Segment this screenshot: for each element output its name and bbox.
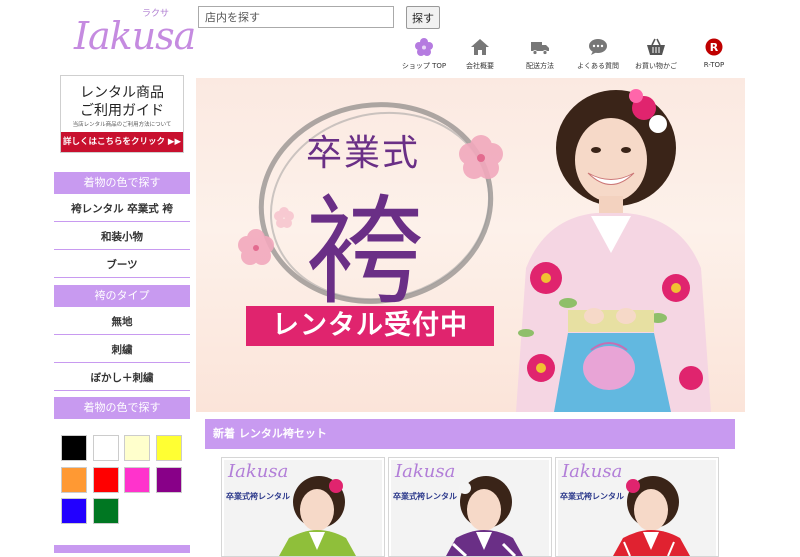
hero-banner[interactable]: 卒業式 袴 レンタル受付中 bbox=[196, 78, 745, 412]
sidebar-bottom-bar bbox=[54, 545, 190, 553]
color-swatch[interactable] bbox=[92, 498, 119, 524]
color-swatch[interactable] bbox=[61, 466, 87, 493]
header-nav: ショップ TOP 会社概要 配送方法 よくある質問 お買い物かご R R-TOP bbox=[395, 38, 735, 70]
color-swatch[interactable] bbox=[92, 435, 119, 461]
card-brand: Iakusa bbox=[228, 461, 289, 482]
sidebar-heading-color-2: 着物の色で探す bbox=[54, 397, 190, 419]
product-card[interactable]: Iakusa 卒業式袴レンタル bbox=[221, 457, 385, 557]
search-button[interactable]: 探す bbox=[406, 6, 440, 29]
nav-label: 配送方法 bbox=[526, 62, 554, 70]
color-swatch[interactable] bbox=[61, 435, 87, 461]
new-arrivals-heading: 新着 レンタル袴セット bbox=[205, 419, 735, 449]
svg-text:R: R bbox=[710, 41, 719, 54]
guide-cta: 詳しくはこちらをクリック ▶▶ bbox=[61, 132, 183, 152]
nav-label: ショップ TOP bbox=[401, 62, 447, 70]
color-swatch[interactable] bbox=[61, 498, 87, 524]
sidebar-heading-type: 袴のタイプ bbox=[54, 285, 190, 307]
card-title: 卒業式袴レンタル bbox=[393, 492, 457, 501]
hero-decoration bbox=[238, 89, 711, 412]
nav-rakuten-top[interactable]: R R-TOP bbox=[685, 38, 743, 69]
guide-title-line1: レンタル商品 bbox=[80, 85, 164, 101]
card-brand: Iakusa bbox=[395, 461, 456, 482]
sidebar-item-accessories[interactable]: 和装小物 bbox=[54, 224, 190, 250]
card-title: 卒業式袴レンタル bbox=[226, 492, 290, 501]
logo-kana: ラクサ bbox=[142, 9, 170, 19]
color-swatch[interactable] bbox=[124, 435, 150, 461]
basket-icon bbox=[647, 38, 665, 55]
color-swatch[interactable] bbox=[155, 435, 182, 461]
card-title: 卒業式袴レンタル bbox=[560, 492, 624, 501]
nav-label: R-TOP bbox=[703, 61, 725, 69]
sidebar-item-plain[interactable]: 無地 bbox=[54, 309, 190, 335]
sidebar-item-hakama-rental[interactable]: 袴レンタル 卒業式 袴 bbox=[54, 196, 190, 222]
guide-subtitle: 当店レンタル商品のご利用方法について bbox=[72, 122, 172, 128]
sidebar-heading-color: 着物の色で探す bbox=[54, 172, 190, 194]
flower-icon bbox=[415, 38, 433, 56]
site-logo[interactable]: Iakusa ラクサ bbox=[70, 4, 196, 70]
logo-text: Iakusa bbox=[74, 14, 196, 58]
rental-guide-banner[interactable]: レンタル商品 ご利用ガイド 当店レンタル商品のご利用方法について 詳しくはこちら… bbox=[60, 75, 184, 153]
home-icon bbox=[471, 39, 489, 55]
color-swatch[interactable] bbox=[155, 466, 182, 493]
hero-rental-badge: レンタル受付中 bbox=[246, 306, 494, 346]
nav-faq[interactable]: よくある質問 bbox=[569, 38, 627, 71]
nav-label: 会社概要 bbox=[466, 62, 494, 70]
nav-label: お買い物かご bbox=[635, 62, 677, 70]
sidebar-item-gradient-embroidery[interactable]: ぼかし＋刺繍 bbox=[54, 365, 190, 391]
nav-shop-top[interactable]: ショップ TOP bbox=[395, 38, 453, 71]
sidebar-item-embroidery[interactable]: 刺繍 bbox=[54, 337, 190, 363]
nav-company[interactable]: 会社概要 bbox=[451, 38, 509, 71]
search-input[interactable] bbox=[198, 6, 394, 28]
card-brand: Iakusa bbox=[562, 461, 623, 482]
color-swatch[interactable] bbox=[124, 466, 150, 493]
color-swatch[interactable] bbox=[92, 466, 119, 493]
product-card[interactable]: Iakusa 卒業式袴レンタル bbox=[555, 457, 719, 557]
nav-cart[interactable]: お買い物かご bbox=[627, 38, 685, 71]
nav-shipping[interactable]: 配送方法 bbox=[511, 38, 569, 71]
rakuten-r-icon: R bbox=[705, 38, 723, 56]
product-card[interactable]: Iakusa 卒業式袴レンタル bbox=[388, 457, 552, 557]
sidebar-item-boots[interactable]: ブーツ bbox=[54, 252, 190, 278]
nav-label: よくある質問 bbox=[577, 62, 619, 70]
hero-title-hakama: 袴 bbox=[306, 183, 425, 321]
chat-bubble-icon bbox=[589, 39, 607, 55]
truck-icon bbox=[531, 42, 549, 55]
guide-title-line2: ご利用ガイド bbox=[80, 103, 164, 119]
